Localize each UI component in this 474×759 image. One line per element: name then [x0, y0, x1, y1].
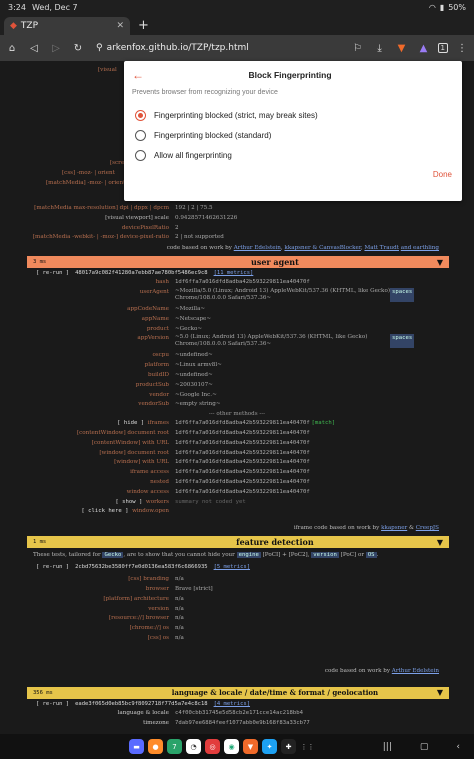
- app-icon-calendar[interactable]: 7: [167, 739, 182, 754]
- section-header-language[interactable]: 356 ms language & locale / date/time & fo…: [27, 686, 449, 699]
- app-dock: ▬ ● 7 ◔ ◎ ◉ ▼ ✦ ✚ ⋮⋮: [129, 739, 315, 754]
- system-nav-bar: ▬ ● 7 ◔ ◎ ◉ ▼ ✦ ✚ ⋮⋮ ||| ▢ ‹: [0, 734, 474, 759]
- dialog-subtitle: Prevents browser from recognizing your d…: [132, 89, 278, 96]
- section-header-feature-detection[interactable]: 1 ms feature detection ▼: [27, 536, 449, 549]
- recents-icon[interactable]: |||: [383, 742, 392, 752]
- status-bar: 3:24 Wed, Dec 7 ◠ ▮ 50%: [0, 0, 474, 14]
- screen-row: [matchMedia max-resolution] dpi | dppx |…: [34, 205, 213, 211]
- credit-link-edelstein[interactable]: Arthur Edelstein: [234, 245, 281, 251]
- bookmark-icon[interactable]: ⚐: [350, 43, 366, 54]
- tab-strip: ◆ TZP ✕ +: [0, 14, 474, 35]
- address-bar[interactable]: ⚲ arkenfox.github.io/TZP/tzp.html: [92, 39, 344, 57]
- dialog-title: Block Fingerprinting: [248, 70, 332, 80]
- radio-selected-icon[interactable]: [135, 109, 146, 121]
- metrics-link[interactable]: [11 metrics]: [214, 268, 254, 278]
- app-icon-brave[interactable]: ▼: [243, 739, 258, 754]
- credit-link-traudt[interactable]: Matt Traudt: [364, 245, 399, 251]
- app-icon-camera[interactable]: ◎: [205, 739, 220, 754]
- brave-shields-icon[interactable]: ▼: [394, 43, 410, 54]
- rerun-button[interactable]: [ re-run ]: [36, 562, 69, 572]
- option-standard[interactable]: Fingerprinting blocked (standard): [124, 125, 462, 145]
- app-icon-twitter[interactable]: ✦: [262, 739, 277, 754]
- screen-label-c: [css] -moz- | orient: [62, 170, 115, 176]
- screen-label-d: [matchMedia] -moz- | orient: [46, 180, 126, 186]
- screen-label-a: [visual: [98, 67, 117, 73]
- app-icon-files[interactable]: ●: [148, 739, 163, 754]
- fd-rerun-row: [ re-run ] 2cbd75632be3580ff7e0d0136ea58…: [36, 562, 251, 572]
- spaces-badge: spaces: [390, 287, 415, 302]
- wifi-icon: ◠: [428, 2, 436, 12]
- fd-credit: code based on work by Arthur Edelstein: [324, 667, 439, 674]
- tab-tzp[interactable]: ◆ TZP ✕: [4, 17, 130, 35]
- back-icon[interactable]: ◁: [26, 43, 42, 54]
- screen-row: [matchMedia -webkit- | -moz-] device-pix…: [32, 234, 224, 241]
- screen-label-b: [scre: [110, 160, 125, 166]
- section-title: feature detection: [236, 537, 314, 548]
- collapse-icon[interactable]: ▼: [437, 688, 443, 697]
- app-icon-slack[interactable]: ✚: [281, 739, 296, 754]
- site-info-icon[interactable]: ⚲: [96, 43, 103, 53]
- screen-credit: code based on work by Arthur Edelstein, …: [166, 245, 439, 252]
- tab-title: TZP: [20, 21, 39, 31]
- app-icon-clock[interactable]: ◔: [186, 739, 201, 754]
- toolbar: ⌂ ◁ ▷ ↻ ⚲ arkenfox.github.io/TZP/tzp.htm…: [0, 35, 474, 61]
- reload-icon[interactable]: ↻: [70, 43, 86, 54]
- status-date: Wed, Dec 7: [31, 2, 78, 12]
- credit-link-kkapsner[interactable]: kkapsner & CanvasBlocker: [284, 245, 360, 251]
- credit-link-creepjs[interactable]: CreepJS: [416, 525, 439, 531]
- apps-grid-icon[interactable]: ⋮⋮: [300, 739, 315, 754]
- rerun-button[interactable]: [ re-run ]: [36, 268, 69, 278]
- credit-link-earthling[interactable]: and earthling: [401, 245, 439, 251]
- section-header-user-agent[interactable]: 3 ms user agent ▼: [27, 256, 449, 269]
- collapse-icon[interactable]: ▼: [437, 538, 443, 547]
- rerun-button[interactable]: [ re-run ]: [36, 699, 69, 709]
- show-button[interactable]: [ show ]: [115, 499, 142, 505]
- ua-credit: iframe code based on work by kkapsner & …: [293, 525, 439, 532]
- close-tab-icon[interactable]: ✕: [116, 21, 124, 31]
- rewards-icon[interactable]: ▲: [416, 43, 432, 54]
- forward-icon[interactable]: ▷: [48, 43, 64, 54]
- radio-icon[interactable]: [135, 129, 146, 141]
- fd-description: These tests, tailored for Gecko, are to …: [33, 552, 379, 559]
- battery-icon: ▮: [439, 2, 445, 12]
- download-icon[interactable]: ⤓: [372, 43, 388, 54]
- tab-favicon-icon: ◆: [10, 21, 17, 31]
- option-allow[interactable]: Allow all fingerprinting: [124, 145, 462, 165]
- app-icon-messages[interactable]: ▬: [129, 739, 144, 754]
- collapse-icon[interactable]: ▼: [437, 258, 443, 267]
- app-icon-chrome[interactable]: ◉: [224, 739, 239, 754]
- ua-rerun-row: [ re-run ] 48017a9c082f41280a7ebb87ae780…: [36, 268, 254, 278]
- option-strict[interactable]: Fingerprinting blocked (strict, may brea…: [124, 105, 462, 125]
- done-button[interactable]: Done: [433, 170, 452, 179]
- status-time: 3:24: [8, 2, 26, 12]
- spaces-badge: spaces: [390, 334, 415, 349]
- back-nav-icon[interactable]: ‹: [456, 742, 460, 752]
- credit-link-edelstein[interactable]: Arthur Edelstein: [392, 668, 439, 674]
- other-methods-divider: --- other methods ---: [208, 411, 266, 418]
- metrics-link[interactable]: [4 metrics]: [214, 699, 250, 709]
- hide-button[interactable]: [ hide ]: [117, 420, 144, 426]
- lang-rerun-row: [ re-run ] eade3f065d0eb85bc9f8092718f77…: [36, 699, 251, 709]
- section-title: language & locale / date/time & format /…: [171, 688, 379, 698]
- url-text: arkenfox.github.io/TZP/tzp.html: [106, 43, 249, 53]
- menu-icon[interactable]: ⋮: [454, 43, 470, 54]
- match-badge: [match]: [311, 420, 336, 427]
- battery-level: 50%: [448, 2, 466, 12]
- radio-icon[interactable]: [135, 149, 146, 161]
- screen-row: [visual viewport] scale 0.942857146263122…: [105, 214, 238, 221]
- block-fingerprinting-dialog: ← Block Fingerprinting Prevents browser …: [124, 61, 462, 201]
- screen-row: devicePixelRatio 2: [121, 224, 179, 231]
- home-nav-icon[interactable]: ▢: [420, 742, 429, 752]
- home-icon[interactable]: ⌂: [4, 43, 20, 54]
- new-tab-button[interactable]: +: [138, 18, 149, 33]
- back-arrow-icon[interactable]: ←: [132, 68, 144, 82]
- section-title: user agent: [251, 257, 299, 268]
- credit-link-kkapsner[interactable]: kkapsner: [381, 525, 407, 531]
- metrics-link[interactable]: [5 metrics]: [214, 562, 250, 572]
- click-here-button[interactable]: [ click here ]: [81, 508, 128, 514]
- tab-count-button[interactable]: 1: [437, 43, 448, 53]
